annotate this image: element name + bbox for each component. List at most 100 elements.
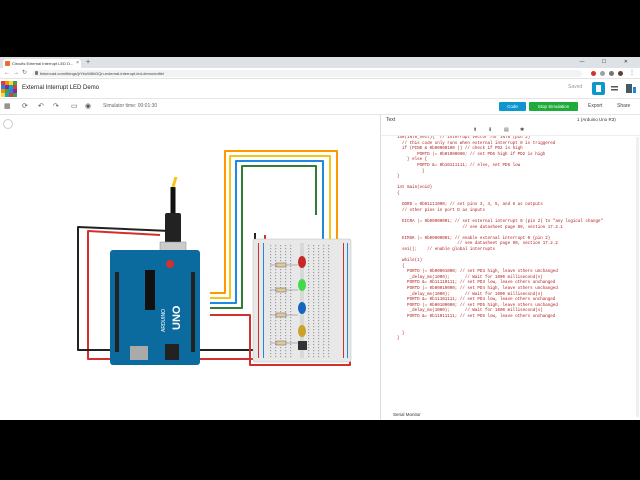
reload-icon[interactable]: ↻: [22, 69, 27, 78]
redo-icon[interactable]: ↷: [53, 102, 59, 112]
libraries-icon[interactable]: ▤: [504, 127, 509, 133]
profile-avatar-icon[interactable]: [618, 71, 623, 76]
extension-icon[interactable]: [609, 71, 614, 76]
code-text: EIMSK |= 0b00000001; // enable external …: [397, 236, 551, 241]
list-view-button[interactable]: [608, 82, 621, 95]
board-select[interactable]: 1 (Arduino Uno R3): [577, 116, 632, 123]
breadboard-hole: [285, 353, 287, 355]
circuit-view-button[interactable]: [592, 82, 605, 95]
breadboard-hole: [275, 338, 277, 340]
stop-simulation-label: Stop Simulation: [537, 104, 570, 109]
download-icon[interactable]: ⬇: [488, 127, 492, 133]
breadboard-hole: [328, 293, 330, 295]
breadboard-hole: [308, 302, 310, 304]
breadboard-hole: [313, 335, 315, 337]
breadboard-hole: [308, 344, 310, 346]
breadboard-hole: [270, 302, 272, 304]
browser-tab[interactable]: Circuits External Interrupt LED D... ×: [3, 59, 81, 68]
breadboard-hole: [290, 317, 292, 319]
breadboard-hole: [308, 356, 310, 358]
breadboard-hole: [275, 326, 277, 328]
breadboard-hole: [290, 287, 292, 289]
design-title[interactable]: External Interrupt LED Demo: [22, 85, 99, 91]
breadboard-hole: [270, 299, 272, 301]
notes-icon[interactable]: ▭: [71, 102, 78, 112]
breadboard-hole: [318, 296, 320, 298]
logo-tile: [13, 93, 17, 97]
breadboard-hole: [270, 257, 272, 259]
breadboard-hole: [275, 320, 277, 322]
share-button[interactable]: Share: [617, 103, 630, 109]
breadboard-hole: [323, 287, 325, 289]
code-button[interactable]: Code: [499, 102, 526, 111]
arduino-board: UNO ARDUINO: [110, 250, 200, 365]
extension-icon[interactable]: [591, 71, 596, 76]
breadboard-hole: [270, 353, 272, 355]
breadboard-hole: [280, 335, 282, 337]
export-button[interactable]: Export: [588, 103, 602, 109]
tinkercad-logo-icon[interactable]: [1, 81, 17, 97]
breadboard-hole: [323, 278, 325, 280]
code-scrollbar[interactable]: [636, 137, 639, 417]
code-editor[interactable]: ISR(INT0_vect){ // interrupt vector for …: [381, 136, 640, 420]
breadboard-hole: [270, 260, 272, 262]
tinkercad-favicon-icon: [5, 61, 10, 66]
code-text: PORTD &= 0b11110111; // set PD3 low, lea…: [397, 281, 556, 286]
breadboard-hole: [308, 338, 310, 340]
breadboard-hole: [285, 302, 287, 304]
breadboard-hole: [270, 323, 272, 325]
breadboard-hole: [290, 350, 292, 352]
back-icon[interactable]: ←: [4, 69, 10, 78]
circuit-canvas[interactable]: UNO ARDUINO: [0, 115, 380, 420]
extension-icon[interactable]: [600, 71, 605, 76]
stop-simulation-button[interactable]: Stop Simulation: [529, 102, 578, 111]
breadboard-hole: [290, 278, 292, 280]
rotate-icon[interactable]: ⟳: [22, 102, 28, 112]
breadboard-hole: [308, 329, 310, 331]
debugger-icon[interactable]: ✱: [520, 127, 524, 133]
breadboard-hole: [323, 272, 325, 274]
breadboard-hole: [308, 269, 310, 271]
breadboard-hole: [328, 296, 330, 298]
breadboard-hole: [270, 269, 272, 271]
breadboard-hole: [280, 353, 282, 355]
user-avatar[interactable]: [624, 82, 637, 95]
breadboard-hole: [323, 326, 325, 328]
breadboard-hole: [308, 245, 310, 247]
code-line[interactable]: }: [381, 337, 640, 343]
serial-monitor-button[interactable]: Serial Monitor: [380, 410, 640, 420]
breadboard-hole: [318, 254, 320, 256]
breadboard-hole: [313, 248, 315, 250]
breadboard-hole: [318, 353, 320, 355]
code-text: }: [397, 169, 425, 174]
eye-icon[interactable]: ◉: [85, 102, 91, 112]
breadboard-hole: [308, 332, 310, 334]
breadboard-hole: [280, 248, 282, 250]
shapes-icon[interactable]: ▦: [4, 102, 11, 112]
browser-menu-icon[interactable]: ⋮: [629, 69, 635, 78]
window-controls[interactable]: — ☐ ✕: [580, 57, 636, 68]
breadboard-hole: [318, 275, 320, 277]
lock-icon: [35, 71, 38, 75]
close-tab-icon[interactable]: ×: [76, 59, 79, 68]
user-icon: [626, 84, 636, 93]
breadboard-hole: [285, 251, 287, 253]
breadboard-hole: [280, 275, 282, 277]
breadboard-hole: [313, 287, 315, 289]
upload-icon[interactable]: ⬆: [473, 127, 477, 133]
breadboard-hole: [313, 275, 315, 277]
breadboard-hole: [323, 296, 325, 298]
code-text: }: [397, 175, 400, 180]
breadboard-hole: [308, 275, 310, 277]
url-field[interactable]: tinkercad.com/things/jrYbuW8hDQn-externa…: [32, 70, 582, 77]
breadboard-hole: [313, 326, 315, 328]
breadboard-hole: [280, 323, 282, 325]
zoom-to-fit-icon[interactable]: [3, 119, 13, 129]
undo-icon[interactable]: ↶: [38, 102, 44, 112]
new-tab-button[interactable]: +: [86, 58, 90, 67]
forward-icon[interactable]: →: [13, 69, 19, 78]
breadboard-hole: [313, 353, 315, 355]
breadboard-hole: [285, 278, 287, 280]
breadboard-hole: [318, 269, 320, 271]
code-mode-select[interactable]: Text: [386, 117, 395, 123]
